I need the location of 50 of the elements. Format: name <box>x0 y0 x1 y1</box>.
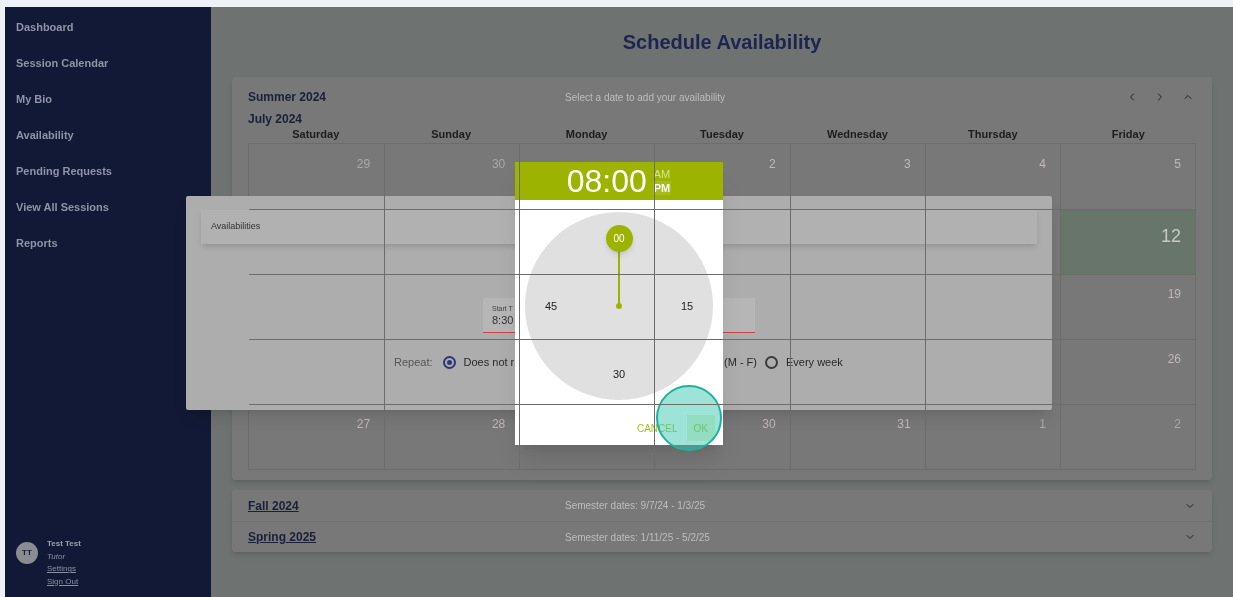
sidebar-item[interactable]: Pending Requests <box>5 153 211 189</box>
day-cell[interactable]: 12 <box>1059 209 1195 274</box>
radio-label: Does not r <box>463 354 515 370</box>
day-cell[interactable]: 19 <box>1059 274 1195 339</box>
day-number: 28 <box>491 416 506 433</box>
repeat-label: Repeat: <box>394 354 433 370</box>
sidebar-item[interactable]: Availability <box>5 117 211 153</box>
term-name: Summer 2024 <box>248 89 328 106</box>
semester-dates: Semester dates: 9/7/24 - 1/3/25 <box>565 499 706 513</box>
user-name: Test Test <box>47 538 81 550</box>
weekday-header: Monday <box>564 127 609 143</box>
user-link[interactable]: Sign Out <box>47 575 81 588</box>
dial-label[interactable]: 30 <box>609 367 629 381</box>
dial-label[interactable]: 45 <box>541 299 561 313</box>
weekday-header: Sunday <box>430 127 472 143</box>
dial-label[interactable]: 15 <box>677 299 697 313</box>
sidebar-item[interactable]: Session Calendar <box>5 45 211 81</box>
term-hint: Select a date to add your availability <box>565 90 726 105</box>
dialog-title: Availabilities <box>211 220 261 234</box>
radio-label: (M - F) <box>724 354 757 370</box>
day-number: 26 <box>1167 351 1181 368</box>
avatar: TT <box>16 542 38 564</box>
sidebar-item[interactable]: Dashboard <box>5 9 211 45</box>
day-cell[interactable]: 5 <box>1059 144 1195 209</box>
page-title: Schedule Availability <box>622 30 822 55</box>
day-number: 3 <box>904 156 911 173</box>
day-number: 12 <box>1160 225 1181 248</box>
day-number: 27 <box>356 416 371 433</box>
day-number: 5 <box>1174 156 1181 173</box>
semester-dates: Semester dates: 1/11/25 - 5/2/25 <box>565 530 710 545</box>
weekday-header: Thursday <box>967 127 1019 143</box>
user-link[interactable]: Settings <box>47 563 81 576</box>
day-number: 4 <box>1039 156 1046 173</box>
weekday-header: Tuesday <box>699 127 745 143</box>
day-number: 19 <box>1167 286 1181 303</box>
time-display: 08:00 <box>566 164 647 198</box>
day-cell[interactable]: 26 <box>1059 339 1195 404</box>
weekday-header: Saturday <box>291 127 341 143</box>
ok-button[interactable]: OK <box>686 415 715 441</box>
radio-label: Every week <box>786 354 843 370</box>
term-link[interactable]: Spring 2025 <box>248 528 565 546</box>
day-number: 31 <box>897 416 911 433</box>
sidebar-item[interactable]: My Bio <box>5 81 211 117</box>
user-role: Tutor <box>47 550 67 563</box>
weekday-header: Wednesday <box>825 127 889 143</box>
month-title: July 2024 <box>248 112 304 126</box>
weekday-header: Friday <box>1110 127 1146 143</box>
term-link[interactable]: Fall 2024 <box>248 496 565 515</box>
dial-handle[interactable]: 00 <box>605 224 633 252</box>
period-toggle[interactable]: AM <box>652 167 672 181</box>
